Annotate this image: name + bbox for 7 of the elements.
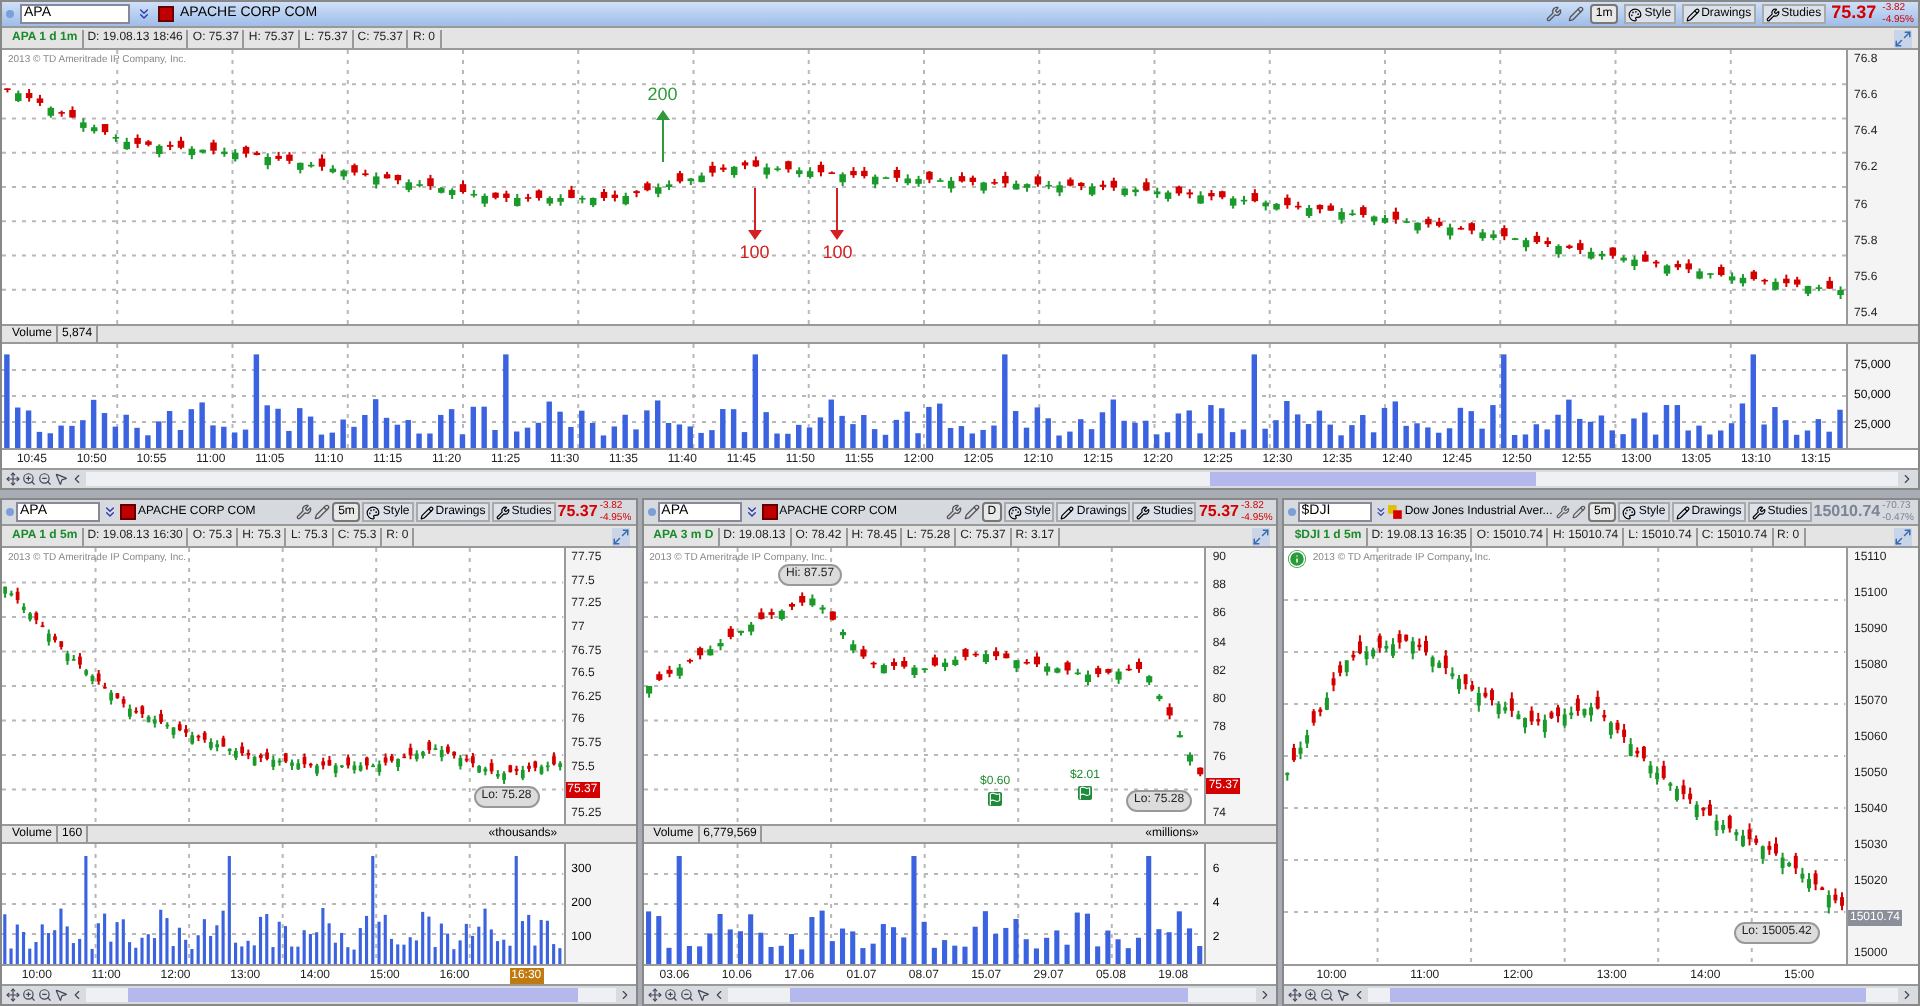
trade-label: 100 xyxy=(822,239,853,265)
trade-label: 200 xyxy=(647,82,678,109)
last-price: 75.37 xyxy=(1198,500,1239,524)
trade-label: 100 xyxy=(739,239,770,265)
last-price: 75.37 xyxy=(1831,2,1877,27)
last-price: 15010.74 xyxy=(1813,500,1881,524)
last-price: 75.37 xyxy=(557,500,598,524)
